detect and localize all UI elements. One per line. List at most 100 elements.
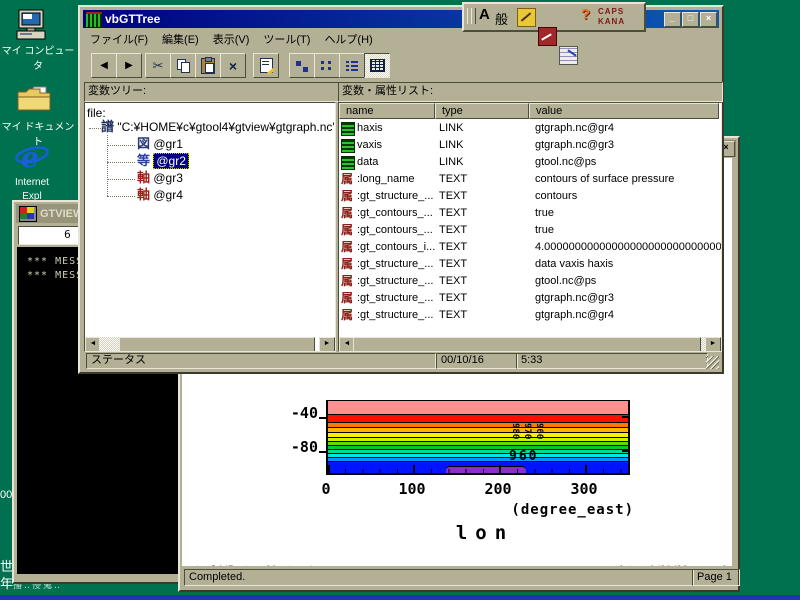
forward-button[interactable]: ▶ <box>116 53 142 78</box>
y-tick-mark <box>319 417 326 419</box>
cell-name: :gt_structure_... <box>357 258 433 270</box>
view-small-icons-button[interactable] <box>314 53 340 78</box>
cell-value: gtgraph.nc@gr4 <box>535 122 614 134</box>
scroll-right-arrow[interactable]: ► <box>705 337 721 352</box>
menu-tools[interactable]: ツール(T) <box>256 31 317 47</box>
toolbar: ◀ ▶ ✂ × <box>83 50 719 80</box>
x-tick-label: 100 <box>389 480 435 498</box>
scroll-track[interactable] <box>99 337 119 351</box>
x-major-tick <box>499 465 501 473</box>
list-row[interactable]: vaxis LINK gtgraph.nc@gr3 <box>339 138 719 155</box>
list-row[interactable]: 属 :gt_structure_... TEXT gtgraph.nc@gr3 <box>339 291 719 308</box>
ime-input-mode-button[interactable]: A <box>479 6 490 23</box>
my-computer-label[interactable]: マイ コンピュータ <box>0 42 76 72</box>
menu-file[interactable]: ファイル(F) <box>83 31 155 47</box>
minimize-button[interactable]: _ <box>664 12 681 27</box>
cell-type: TEXT <box>439 292 467 304</box>
ime-conversion-mode-button[interactable]: 般 <box>495 9 508 28</box>
tree-node-gr2-selected[interactable]: 等 @gr2 <box>137 154 189 170</box>
column-header-value[interactable]: value <box>529 103 719 119</box>
y-right-tick <box>622 450 628 452</box>
paste-icon <box>201 58 215 74</box>
tree-connector <box>89 128 101 129</box>
ime-caps-indicator[interactable]: CAPS <box>598 7 624 16</box>
menu-edit[interactable]: 編集(E) <box>155 31 206 47</box>
column-header-type[interactable]: type <box>435 103 529 119</box>
list-row[interactable]: 属 :gt_contours_i... TEXT 4.0000000000000… <box>339 240 719 257</box>
attribute-icon: 属 <box>341 207 353 220</box>
cut-button[interactable]: ✂ <box>145 53 171 78</box>
axis-node-icon: 軸 <box>137 187 150 202</box>
ime-grip[interactable] <box>471 8 476 24</box>
attribute-icon: 属 <box>341 309 353 322</box>
cell-type: TEXT <box>439 207 467 219</box>
svg-text:e: e <box>21 141 39 174</box>
scroll-thumb[interactable] <box>119 337 315 352</box>
tree-node-gr3[interactable]: 軸 @gr3 <box>137 171 183 187</box>
back-button[interactable]: ◀ <box>91 53 117 78</box>
view-details-button[interactable] <box>364 53 390 78</box>
close-button[interactable]: × <box>700 12 717 27</box>
ime-help-icon[interactable]: ? <box>581 6 590 23</box>
tree-pane-label: 変数ツリー: <box>84 82 339 102</box>
tree-node-label[interactable]: @gr4 <box>153 188 183 202</box>
menu-view[interactable]: 表示(V) <box>206 31 257 47</box>
tree-root-node[interactable]: 譜 "C:¥HOME¥c¥gtool4¥gtview¥gtgraph.nc" <box>101 120 336 136</box>
attribute-list-pane[interactable]: name type value haxis LINK gtgraph.nc@gr… <box>338 102 722 352</box>
list-row[interactable]: haxis LINK gtgraph.nc@gr4 <box>339 121 719 138</box>
menu-help[interactable]: ヘルプ(H) <box>317 31 379 47</box>
my-computer-icon[interactable] <box>14 8 48 42</box>
copy-button[interactable] <box>170 53 196 78</box>
vbgttree-window[interactable]: vbGTTree _ □ × ファイル(F) 編集(E) 表示(V) ツール(T… <box>78 5 724 374</box>
tree-node-gr1[interactable]: 図 @gr1 <box>137 137 183 153</box>
tree-node-label-selected[interactable]: @gr2 <box>153 153 189 169</box>
tree-node-gr4[interactable]: 軸 @gr4 <box>137 188 183 204</box>
properties-icon <box>260 58 273 73</box>
cell-type: TEXT <box>439 224 467 236</box>
list-row[interactable]: 属 :gt_contours_... TEXT true <box>339 206 719 223</box>
variable-tree-pane[interactable]: file: 譜 "C:¥HOME¥c¥gtool4¥gtview¥gtgraph… <box>84 102 336 352</box>
list-row[interactable]: 属 :gt_structure_... TEXT contours <box>339 189 719 206</box>
scroll-right-arrow[interactable]: ► <box>319 337 335 352</box>
list-h-scrollbar[interactable]: ◄ ► <box>339 337 721 351</box>
paste-button[interactable] <box>195 53 221 78</box>
list-row[interactable]: 属 :gt_structure_... TEXT gtgraph.nc@gr4 <box>339 308 719 325</box>
screen-bottom-strip <box>0 595 800 600</box>
y-right-tick <box>622 416 628 418</box>
column-header-name[interactable]: name <box>339 103 435 119</box>
tree-root-label[interactable]: "C:¥HOME¥c¥gtool4¥gtview¥gtgraph.nc" <box>117 120 336 134</box>
view-large-icons-button[interactable] <box>289 53 315 78</box>
status-time: 5:33 <box>516 353 708 369</box>
my-documents-icon[interactable] <box>16 84 52 114</box>
maximize-button[interactable]: □ <box>682 12 699 27</box>
plot-footer-right: date: 0/10/16 page: <box>512 565 720 566</box>
cell-name: haxis <box>357 122 383 134</box>
ime-kana-indicator[interactable]: KANA <box>598 17 625 26</box>
list-row[interactable]: 属 :long_name TEXT contours of surface pr… <box>339 172 719 189</box>
tree-connector <box>107 179 135 180</box>
list-row[interactable]: 属 :gt_structure_... TEXT gtool.nc@ps <box>339 274 719 291</box>
tree-node-label[interactable]: @gr3 <box>153 171 183 185</box>
menu-bar: ファイル(F) 編集(E) 表示(V) ツール(T) ヘルプ(H) <box>83 29 719 49</box>
properties-button[interactable] <box>253 53 279 78</box>
status-text: ステータス <box>86 353 436 369</box>
list-row[interactable]: 属 :gt_contours_... TEXT true <box>339 223 719 240</box>
ime-toolbar[interactable]: A 般 ? CAPS KANA <box>462 2 646 32</box>
tree-h-scrollbar[interactable]: ◄ ► <box>85 337 335 351</box>
internet-explorer-icon[interactable]: e <box>14 140 50 176</box>
list-row[interactable]: data LINK gtool.nc@ps <box>339 155 719 172</box>
resize-grip[interactable] <box>706 356 719 369</box>
ime-dictionary-icon[interactable] <box>538 27 557 46</box>
tree-node-label[interactable]: @gr1 <box>153 137 183 151</box>
ime-pad-icon[interactable] <box>559 46 578 65</box>
list-row[interactable]: 属 :gt_structure_... TEXT data vaxis haxi… <box>339 257 719 274</box>
scroll-thumb[interactable] <box>353 337 701 352</box>
x-major-tick <box>328 465 330 473</box>
ime-pen-tool-icon[interactable] <box>517 8 536 27</box>
internet-explorer-label[interactable]: Internet <box>0 177 70 188</box>
x-minor-ticks <box>328 469 628 473</box>
delete-button[interactable]: × <box>220 53 246 78</box>
cell-name: vaxis <box>357 139 382 151</box>
cell-value: contours of surface pressure <box>535 173 674 185</box>
view-list-button[interactable] <box>339 53 365 78</box>
